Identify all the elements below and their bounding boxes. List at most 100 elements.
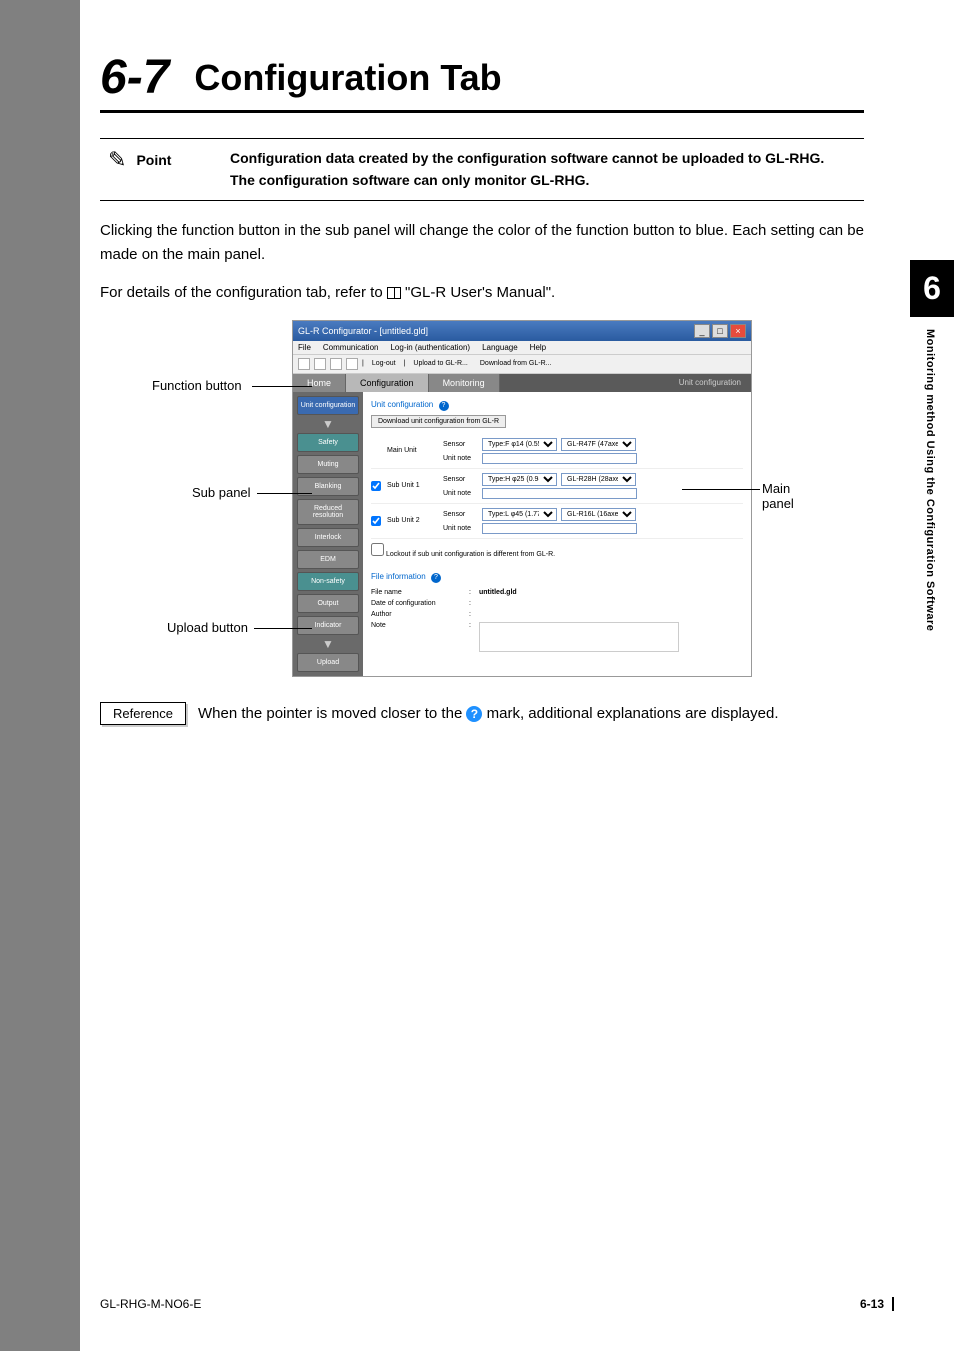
callout-line <box>682 489 760 490</box>
callout-function-button: Function button <box>152 378 242 393</box>
sidebar-upload-button[interactable]: Upload <box>297 653 359 672</box>
main-unit-row: Main Unit Sensor Type:F φ14 (0.55") GL-R… <box>371 434 743 469</box>
sub-unit-2-row: Sub Unit 2 Sensor Type:L φ45 (1.77") GL-… <box>371 504 743 539</box>
section-header: 6-7 Configuration Tab <box>100 50 864 113</box>
sidebar-reduced-resolution[interactable]: Reduced resolution <box>297 499 359 525</box>
reference-text: When the pointer is moved closer to the … <box>198 705 779 722</box>
sensor-model-select[interactable]: GL-R16L (16axes) <box>561 508 636 521</box>
sensor-model-select[interactable]: GL-R28H (28axes) <box>561 473 636 486</box>
minimize-button[interactable]: _ <box>694 324 710 338</box>
note-label: Note <box>371 622 461 652</box>
open-icon[interactable] <box>314 358 326 370</box>
callout-main-panel: Main panel <box>762 481 794 511</box>
chapter-side-tab: 6 Monitoring method Using the Configurat… <box>910 260 954 643</box>
lockout-checkbox[interactable] <box>371 543 384 556</box>
sidebar-safety[interactable]: Safety <box>297 433 359 452</box>
sensor-type-select[interactable]: Type:L φ45 (1.77") <box>482 508 557 521</box>
chapter-number: 6 <box>910 260 954 317</box>
page-margin-stripe <box>0 0 80 1351</box>
tab-right-label: Unit configuration <box>669 374 751 391</box>
note-textarea[interactable] <box>479 622 679 652</box>
lockout-label: Lockout if sub unit configuration is dif… <box>386 551 555 558</box>
point-icon: ✎ <box>108 147 126 173</box>
titlebar: GL-R Configurator - [untitled.gld] _ □ × <box>293 321 751 341</box>
sub-unit-1-checkbox[interactable] <box>371 481 381 491</box>
sidebar-output[interactable]: Output <box>297 594 359 613</box>
callout-upload-button: Upload button <box>167 620 248 635</box>
point-line2: The configuration software can only moni… <box>230 169 824 191</box>
point-line1: Configuration data created by the config… <box>230 147 824 169</box>
menu-login[interactable]: Log-in (authentication) <box>390 343 470 352</box>
sidebar-unit-configuration[interactable]: Unit configuration <box>297 396 359 415</box>
menu-language[interactable]: Language <box>482 343 518 352</box>
app-window: GL-R Configurator - [untitled.gld] _ □ ×… <box>292 320 752 677</box>
menu-file[interactable]: File <box>298 343 311 352</box>
book-icon <box>387 287 401 299</box>
help-icon[interactable]: ? <box>431 573 441 583</box>
unit-note-label: Unit note <box>443 525 478 532</box>
sensor-label: Sensor <box>443 476 478 483</box>
main-panel: Unit configuration ? Download unit confi… <box>363 392 751 676</box>
lockout-row: Lockout if sub unit configuration is dif… <box>371 539 743 562</box>
file-name-row: File name : untitled.gld <box>371 587 743 598</box>
arrow-down-icon: ▼ <box>297 418 359 430</box>
callout-line <box>254 628 312 629</box>
new-icon[interactable] <box>298 358 310 370</box>
sidebar-non-safety[interactable]: Non-safety <box>297 572 359 591</box>
close-button[interactable]: × <box>730 324 746 338</box>
date-label: Date of configuration <box>371 600 461 607</box>
reference-row: Reference When the pointer is moved clos… <box>100 702 864 725</box>
footer-page-number: 6-13 <box>860 1297 894 1311</box>
arrow-down-icon: ▼ <box>297 638 359 650</box>
unit-note-input[interactable] <box>482 453 637 464</box>
menu-help[interactable]: Help <box>530 343 546 352</box>
save-icon[interactable] <box>330 358 342 370</box>
file-info-section: File information ? File name : untitled.… <box>371 572 743 654</box>
sensor-model-select[interactable]: GL-R47F (47axes) <box>561 438 636 451</box>
window-title: GL-R Configurator - [untitled.gld] <box>298 326 428 336</box>
unit-config-title: Unit configuration ? <box>371 400 743 411</box>
sidebar-edm[interactable]: EDM <box>297 550 359 569</box>
logout-button[interactable]: Log-out <box>368 359 400 368</box>
point-callout-box: ✎ Point Configuration data created by th… <box>100 138 864 201</box>
sub-unit-2-checkbox[interactable] <box>371 516 381 526</box>
page-content: 6-7 Configuration Tab ✎ Point Configurat… <box>100 0 864 725</box>
body-paragraph-2: For details of the configuration tab, re… <box>100 281 864 305</box>
figure-container: Function button Sub panel Upload button … <box>182 320 782 677</box>
section-number: 6-7 <box>100 50 169 105</box>
tab-configuration[interactable]: Configuration <box>346 374 429 392</box>
footer-doc-id: GL-RHG-M-NO6-E <box>100 1297 201 1311</box>
file-info-title: File information ? <box>371 572 743 583</box>
callout-line <box>252 386 312 387</box>
window-controls: _ □ × <box>694 324 746 338</box>
point-content: Configuration data created by the config… <box>230 147 824 192</box>
section-title: Configuration Tab <box>194 57 501 99</box>
page-footer: GL-RHG-M-NO6-E 6-13 <box>100 1297 894 1311</box>
sub-unit-1-row: Sub Unit 1 Sensor Type:H φ25 (0.98") GL-… <box>371 469 743 504</box>
upload-toolbar-button[interactable]: Upload to GL-R... <box>409 359 471 368</box>
menu-communication[interactable]: Communication <box>323 343 379 352</box>
tab-home[interactable]: Home <box>293 374 346 392</box>
reference-label-box: Reference <box>100 702 186 725</box>
tab-monitoring[interactable]: Monitoring <box>429 374 500 392</box>
unit-note-label: Unit note <box>443 455 478 462</box>
sidebar-indicator[interactable]: Indicator <box>297 616 359 635</box>
print-icon[interactable] <box>346 358 358 370</box>
maximize-button[interactable]: □ <box>712 324 728 338</box>
sub-unit-2-label: Sub Unit 2 <box>387 517 437 524</box>
body-paragraph-1: Clicking the function button in the sub … <box>100 219 864 267</box>
unit-note-input[interactable] <box>482 488 637 499</box>
download-toolbar-button[interactable]: Download from GL-R... <box>476 359 556 368</box>
tabs-row: Home Configuration Monitoring Unit confi… <box>293 374 751 392</box>
point-label-area: ✎ Point <box>100 147 230 173</box>
body-p2a: For details of the configuration tab, re… <box>100 284 387 301</box>
help-icon[interactable]: ? <box>439 401 449 411</box>
download-config-button[interactable]: Download unit configuration from GL-R <box>371 415 506 428</box>
sidebar-interlock[interactable]: Interlock <box>297 528 359 547</box>
sidebar-muting[interactable]: Muting <box>297 455 359 474</box>
unit-note-input[interactable] <box>482 523 637 534</box>
callout-line <box>257 493 312 494</box>
sensor-type-select[interactable]: Type:F φ14 (0.55") <box>482 438 557 451</box>
menubar: File Communication Log-in (authenticatio… <box>293 341 751 355</box>
sensor-type-select[interactable]: Type:H φ25 (0.98") <box>482 473 557 486</box>
